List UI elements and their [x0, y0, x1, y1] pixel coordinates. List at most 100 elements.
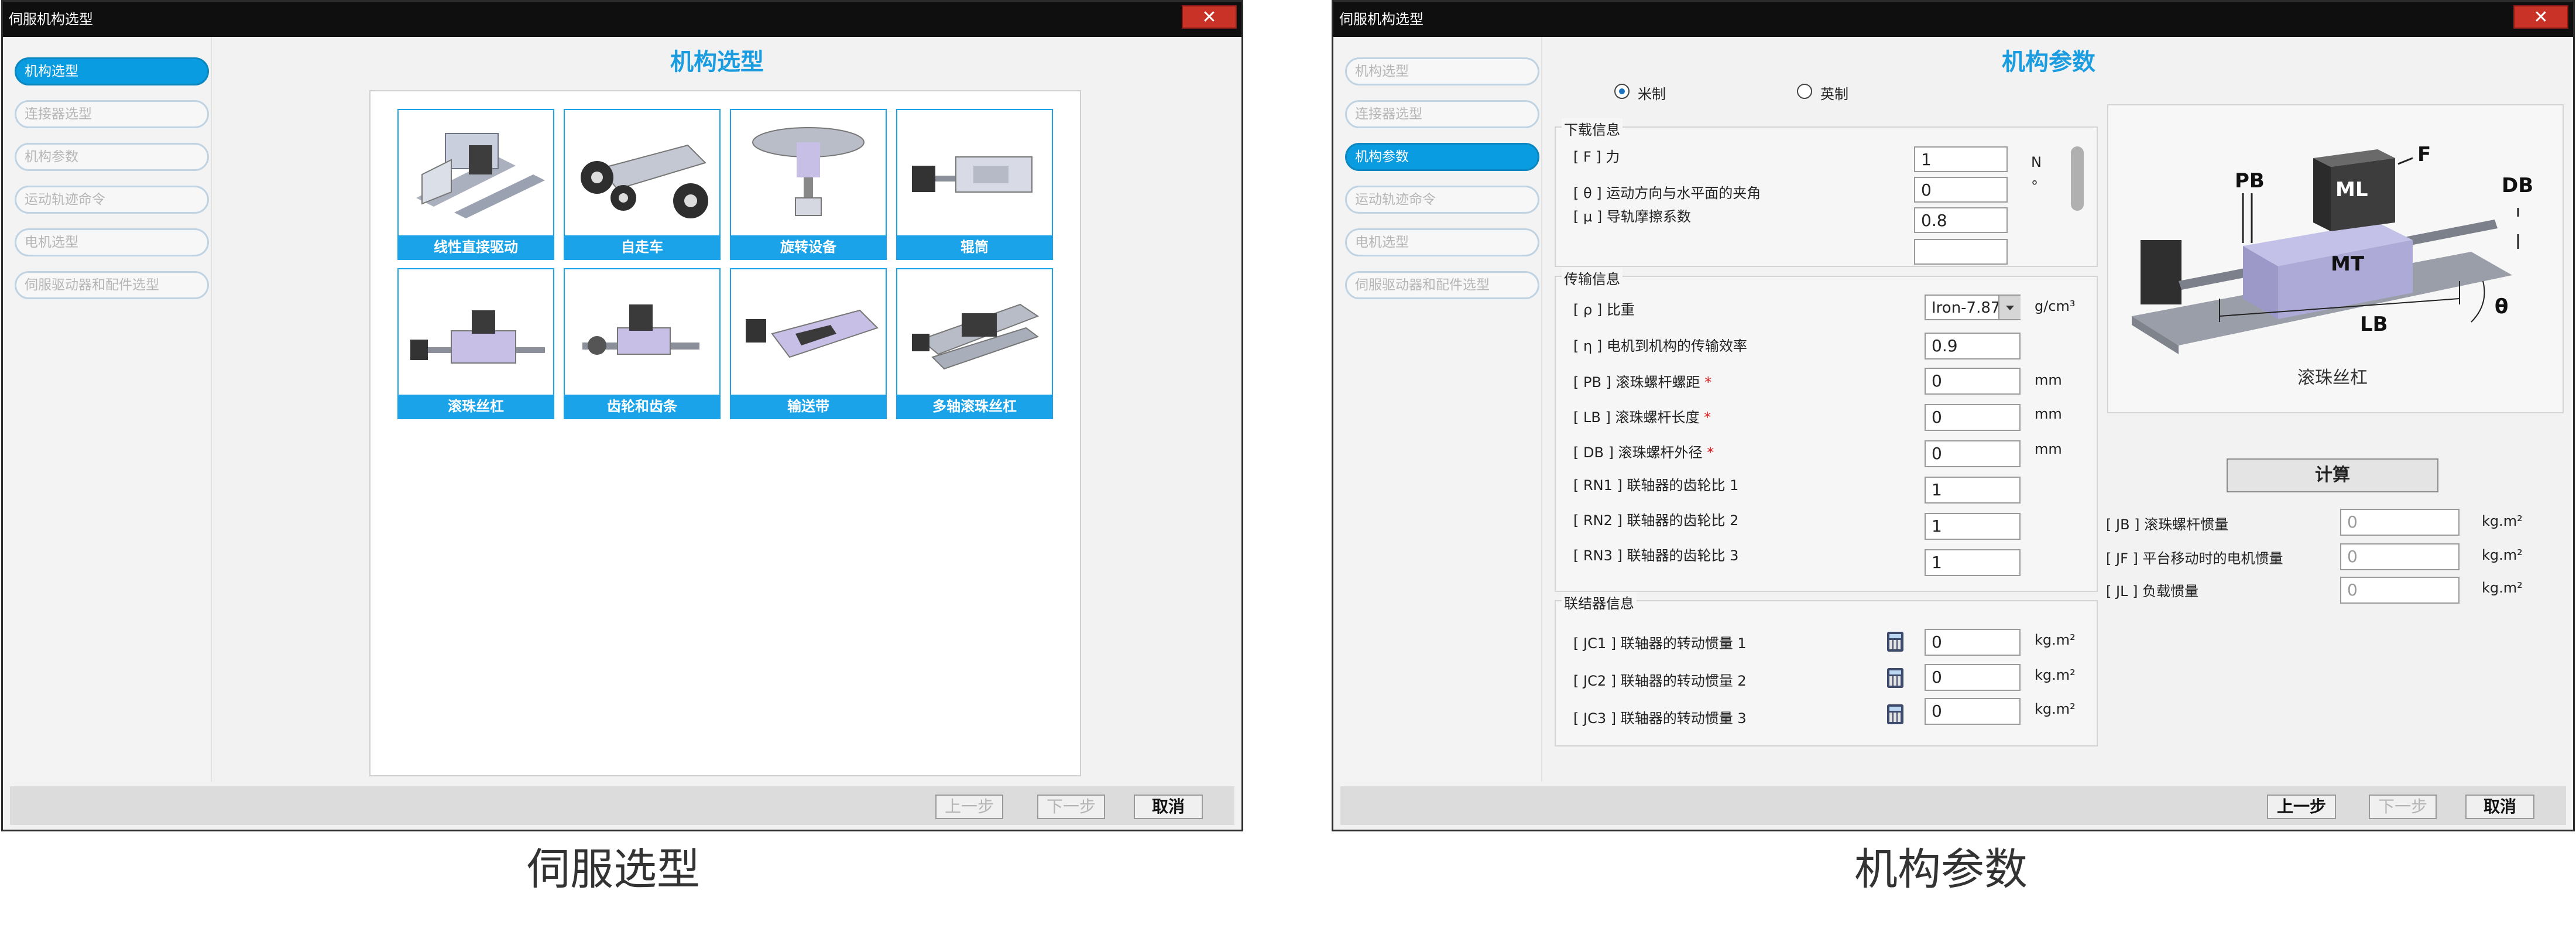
- close-button[interactable]: ✕: [1182, 5, 1237, 29]
- coupling-inertia-1-unit: kg.m²: [2035, 632, 2076, 648]
- load-force-input[interactable]: 1: [1914, 146, 2008, 172]
- chevron-down-icon[interactable]: [1998, 296, 2021, 319]
- step-coupling-selection[interactable]: 连接器选型: [1345, 100, 1539, 128]
- step-sidebar: 机构选型 连接器选型 机构参数 运动轨迹命令 电机选型 伺服驱动器和配件选型: [1333, 37, 1542, 782]
- diagram-label-lb: LB: [2360, 313, 2388, 336]
- coupling-row-label: [ JC2 ] 联轴器的转动惯量 2: [1573, 673, 1747, 689]
- diagram-label-db: DB: [2502, 174, 2533, 197]
- metric-label: 米制: [1638, 86, 1666, 102]
- trans-row-label: [ LB ] 滚珠螺杆长度 *: [1573, 409, 1711, 426]
- load-friction-label: [ μ ] 导轨摩擦系数: [1573, 208, 1691, 225]
- mechanism-grid-panel: 线性直接驱动 自走车 旋转设备 辊筒 滚珠丝杠 齿轮和齿条 输送带 多轴滚珠丝杠: [369, 90, 1081, 776]
- mechanism-tile-conveyor[interactable]: 输送带: [730, 268, 887, 419]
- step-mechanism-selection[interactable]: 机构选型: [1345, 57, 1539, 85]
- screw-lead-input[interactable]: 0: [1925, 368, 2021, 395]
- step-mechanism-params[interactable]: 机构参数: [15, 143, 209, 171]
- load-friction-input[interactable]: 0.8: [1914, 207, 2008, 233]
- step-motor-selection[interactable]: 电机选型: [1345, 228, 1539, 256]
- mechanism-tile-vehicle[interactable]: 自走车: [564, 109, 721, 260]
- gear-ratio-3-input[interactable]: 1: [1925, 549, 2021, 576]
- mechanism-tile-multi-axis[interactable]: 多轴滚珠丝杠: [896, 268, 1053, 419]
- ball-screw-image: [410, 310, 545, 364]
- mechanism-label: 滚珠丝杠: [399, 395, 553, 418]
- calculator-icon[interactable]: [1887, 632, 1903, 652]
- result-label: [ JB ] 滚珠螺杆惯量: [2106, 516, 2229, 533]
- trans-row-label: [ RN1 ] 联轴器的齿轮比 1: [1573, 477, 1739, 494]
- metric-radio[interactable]: [1614, 84, 1630, 99]
- screw-length-input[interactable]: 0: [1925, 404, 2021, 431]
- step-coupling-selection[interactable]: 连接器选型: [15, 100, 209, 128]
- mechanism-tile-rack-pinion[interactable]: 齿轮和齿条: [564, 268, 721, 419]
- mechanism-params-window: 伺服机构选型 ✕ 机构选型 连接器选型 机构参数 运动轨迹命令 电机选型 伺服驱…: [1332, 0, 2575, 831]
- gear-ratio-2-input[interactable]: 1: [1925, 513, 2021, 540]
- mechanism-diagram-panel: PB ML F DB MT LB θ 滚珠丝杠: [2107, 104, 2564, 413]
- motor-inertia-output: 0: [2340, 543, 2460, 570]
- coupling-inertia-3-input[interactable]: 0: [1925, 698, 2021, 725]
- mechanism-tile-roller[interactable]: 辊筒: [896, 109, 1053, 260]
- conveyor-belt-image: [746, 309, 879, 358]
- coupling-inertia-1-input[interactable]: 0: [1925, 629, 2021, 656]
- window-title: 伺服机构选型: [1333, 2, 2573, 37]
- load-inertia-output: 0: [2340, 577, 2460, 604]
- load-info-scrollbar[interactable]: [2071, 146, 2084, 211]
- trans-row-label: [ PB ] 滚珠螺杆螺距 *: [1573, 374, 1712, 391]
- load-force-unit: N: [2031, 154, 2042, 170]
- screw-diameter-input[interactable]: 0: [1925, 440, 2021, 467]
- mechanism-label: 多轴滚珠丝杠: [897, 395, 1052, 418]
- result-label: [ JF ] 平台移动时的电机惯量: [2106, 550, 2283, 567]
- window-title: 伺服机构选型: [3, 2, 1241, 37]
- imperial-radio[interactable]: [1797, 84, 1812, 99]
- step-motion-trajectory[interactable]: 运动轨迹命令: [1345, 186, 1539, 214]
- mechanism-label: 自走车: [565, 235, 719, 259]
- step-mechanism-params[interactable]: 机构参数: [1345, 143, 1539, 171]
- load-angle-input[interactable]: 0: [1914, 177, 2008, 203]
- step-motor-selection[interactable]: 电机选型: [15, 228, 209, 256]
- coupling-inertia-3-unit: kg.m²: [2035, 701, 2076, 717]
- trans-row-label: [ RN2 ] 联轴器的齿轮比 2: [1573, 512, 1739, 529]
- step-drive-accessory-selection[interactable]: 伺服驱动器和配件选型: [15, 271, 209, 299]
- trans-row-label: [ RN3 ] 联轴器的齿轮比 3: [1573, 547, 1739, 564]
- prev-button[interactable]: 上一步: [935, 795, 1003, 819]
- vehicle-image: [581, 144, 708, 218]
- transmission-info-group: [ ρ ] 比重 Iron-7.87 g/cm³ [ η ] 电机到机构的传输效…: [1555, 276, 2098, 592]
- cancel-button[interactable]: 取消: [1134, 795, 1203, 819]
- transmission-info-legend: 传输信息: [1562, 268, 1623, 288]
- load-extra-input[interactable]: [1914, 239, 2008, 265]
- coupling-info-legend: 联结器信息: [1562, 592, 1637, 612]
- trans-row-label: [ η ] 电机到机构的传输效率: [1573, 338, 1747, 354]
- close-button[interactable]: ✕: [2513, 5, 2568, 29]
- cancel-button[interactable]: 取消: [2465, 795, 2534, 819]
- mechanism-tile-rotary[interactable]: 旋转设备: [730, 109, 887, 260]
- step-motion-trajectory[interactable]: 运动轨迹命令: [15, 186, 209, 214]
- calculate-button[interactable]: 计算: [2227, 458, 2438, 492]
- coupling-inertia-2-input[interactable]: 0: [1925, 664, 2021, 691]
- density-unit: g/cm³: [2035, 298, 2076, 314]
- diagram-caption: 滚珠丝杠: [2297, 368, 2368, 388]
- screw-lead-unit: mm: [2035, 372, 2062, 388]
- calculator-icon[interactable]: [1887, 668, 1903, 688]
- load-info-legend: 下载信息: [1562, 118, 1623, 139]
- step-mechanism-selection[interactable]: 机构选型: [15, 57, 209, 85]
- rack-pinion-image: [582, 304, 699, 355]
- mechanism-tile-ball-screw[interactable]: 滚珠丝杠: [397, 268, 554, 419]
- diagram-label-theta: θ: [2495, 295, 2508, 319]
- next-button[interactable]: 下一步: [1037, 795, 1105, 819]
- prev-button[interactable]: 上一步: [2267, 795, 2336, 819]
- next-button[interactable]: 下一步: [2369, 795, 2437, 819]
- gear-ratio-1-input[interactable]: 1: [1925, 477, 2021, 504]
- page-title: 机构选型: [670, 49, 764, 76]
- diagram-label-f: F: [2417, 143, 2431, 166]
- calculator-icon[interactable]: [1887, 704, 1903, 724]
- trans-row-label: [ DB ] 滚珠螺杆外径 *: [1573, 444, 1714, 461]
- coupling-inertia-2-unit: kg.m²: [2035, 667, 2076, 683]
- right-caption: 机构参数: [1854, 844, 2028, 895]
- step-drive-accessory-selection[interactable]: 伺服驱动器和配件选型: [1345, 271, 1539, 299]
- mechanism-tile-linear-direct[interactable]: 线性直接驱动: [397, 109, 554, 260]
- step-sidebar: 机构选型 连接器选型 机构参数 运动轨迹命令 电机选型 伺服驱动器和配件选型: [3, 37, 212, 782]
- efficiency-input[interactable]: 0.9: [1925, 333, 2021, 359]
- left-caption: 伺服选型: [527, 844, 700, 895]
- multi-axis-ball-screw-image: [912, 303, 1040, 370]
- density-label: [ ρ ] 比重: [1573, 302, 1635, 318]
- diagram-label-ml: ML: [2335, 178, 2368, 201]
- screw-length-unit: mm: [2035, 406, 2062, 422]
